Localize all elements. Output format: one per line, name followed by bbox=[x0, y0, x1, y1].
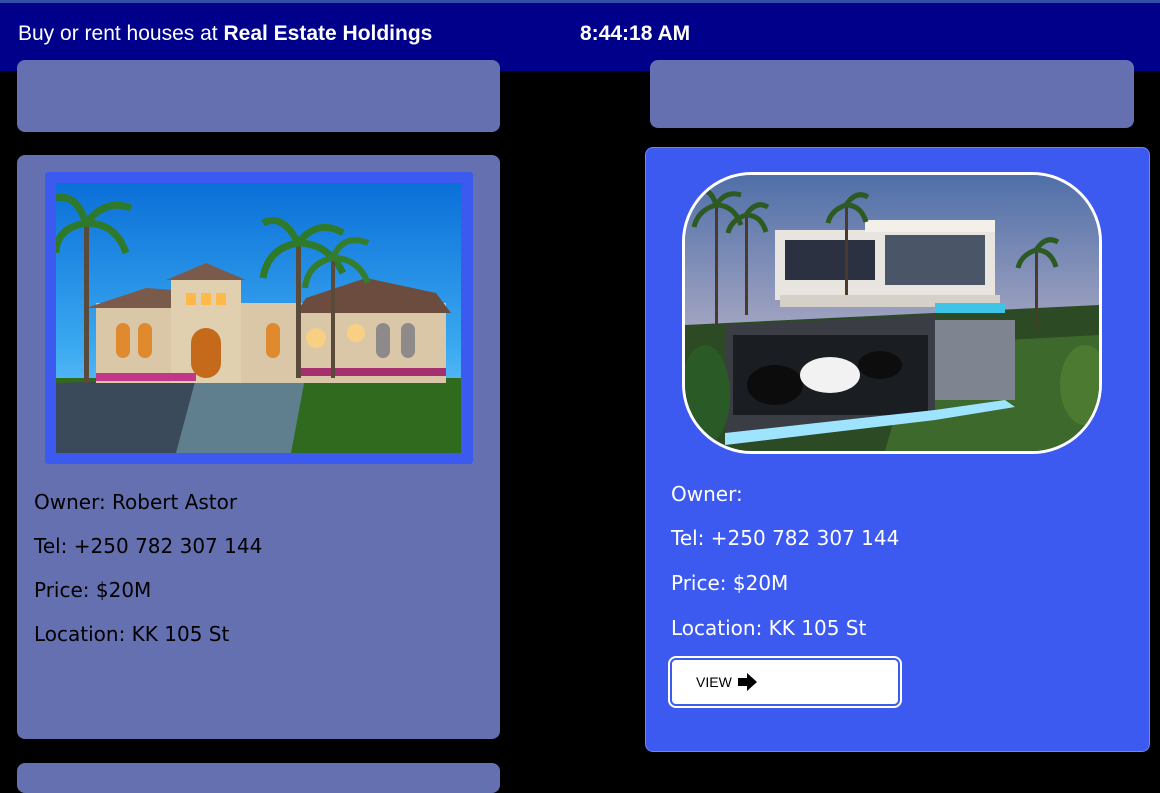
listing-card-partial bbox=[650, 60, 1134, 128]
price-text: Price: $20M bbox=[34, 578, 152, 602]
listing-card-active[interactable]: Owner: Tel: +250 782 307 144 Price: $20M… bbox=[645, 147, 1150, 752]
tel-text: Tel: +250 782 307 144 bbox=[34, 534, 263, 558]
view-button[interactable]: VIEW bbox=[668, 656, 902, 708]
listing-card[interactable]: Owner: Robert Astor Tel: +250 782 307 14… bbox=[17, 155, 500, 739]
mediterranean-villa-photo[interactable] bbox=[56, 183, 461, 453]
listing-card-partial bbox=[17, 60, 500, 132]
tel-text: Tel: +250 782 307 144 bbox=[671, 526, 900, 550]
price-text: Price: $20M bbox=[671, 571, 789, 595]
clock: 8:44:18 AM bbox=[580, 22, 691, 45]
location-text: Location: KK 105 St bbox=[671, 616, 867, 640]
owner-text: Owner: Robert Astor bbox=[34, 490, 238, 514]
modern-mansion-photo[interactable] bbox=[682, 172, 1102, 454]
site-tagline: Buy or rent houses at Real Estate Holdin… bbox=[18, 21, 432, 47]
listing-photo-frame bbox=[45, 172, 473, 464]
arrow-right-icon bbox=[738, 673, 758, 695]
owner-text: Owner: bbox=[671, 482, 743, 506]
brand-name[interactable]: Real Estate Holdings bbox=[223, 22, 432, 45]
listing-card-partial bbox=[17, 763, 500, 793]
view-button-label: VIEW bbox=[696, 674, 732, 690]
location-text: Location: KK 105 St bbox=[34, 622, 230, 646]
tagline-prefix: Buy or rent houses at bbox=[18, 22, 218, 45]
